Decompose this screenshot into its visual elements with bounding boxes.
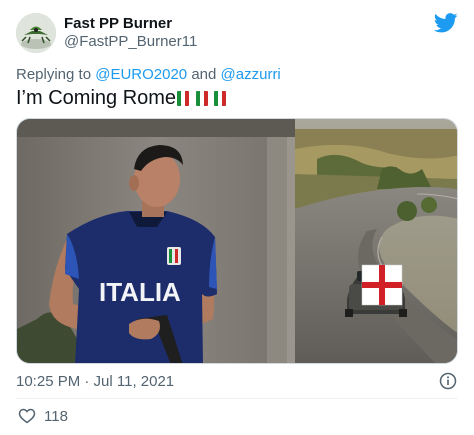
info-icon[interactable]	[439, 372, 457, 390]
mention-link-euro2020[interactable]: @EURO2020	[95, 66, 187, 83]
replying-to-conjunction: and	[191, 66, 217, 83]
tweet-text: I’m Coming Rome	[16, 87, 227, 110]
avatar[interactable]	[16, 13, 56, 53]
england-flag-icon	[361, 264, 403, 306]
twitter-bird-icon[interactable]	[434, 13, 458, 33]
heart-icon[interactable]	[18, 407, 36, 425]
author-handle[interactable]: @FastPP_Burner11	[64, 33, 197, 50]
italy-flag-icon	[214, 91, 227, 106]
italy-flag-icon	[177, 91, 190, 106]
tweet-timestamp[interactable]: 10:25 PM · Jul 11, 2021	[16, 373, 174, 390]
italy-flag-icon	[195, 91, 208, 106]
avatar-image	[16, 13, 56, 53]
mention-link-azzurri[interactable]: @azzurri	[221, 66, 281, 83]
shirt-text: ITALIA	[99, 277, 181, 307]
replying-to-prefix: Replying to	[16, 66, 92, 83]
author-display-name[interactable]: Fast PP Burner	[64, 15, 172, 32]
tweet-media[interactable]: ITALIA	[16, 118, 458, 364]
tweet-text-content: I’m Coming Rome	[16, 87, 177, 109]
divider	[16, 398, 458, 399]
replying-to-line: Replying to @EURO2020 and @azzurri	[16, 66, 281, 83]
like-count[interactable]: 118	[44, 408, 68, 425]
meme-image: ITALIA	[17, 119, 457, 363]
tweet-card: Fast PP Burner @FastPP_Burner11 Replying…	[0, 0, 474, 435]
